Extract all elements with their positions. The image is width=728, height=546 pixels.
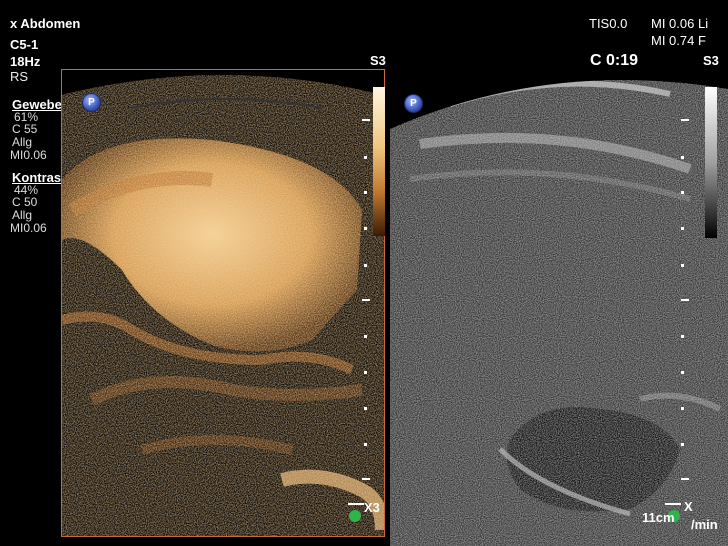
- mi-f-value: MI 0.74 F: [651, 33, 706, 48]
- depth-dot: [364, 156, 367, 159]
- rate-unit-label: /min: [691, 517, 718, 532]
- focus-marker: [665, 503, 681, 505]
- depth-tick: [681, 478, 689, 480]
- depth-dot: [681, 443, 684, 446]
- depth-dot: [681, 227, 684, 230]
- frame-rate: 18Hz: [10, 54, 41, 69]
- depth-dot: [681, 371, 684, 374]
- exam-label: x Abdomen: [10, 16, 81, 31]
- s3-label-left: S3: [370, 53, 386, 68]
- grayscale-bar: [705, 87, 717, 238]
- depth-dot: [364, 407, 367, 410]
- depth-tick: [362, 119, 370, 121]
- depth-tick: [362, 478, 370, 480]
- depth-tick: [362, 299, 370, 301]
- s3-label-right: S3: [703, 53, 719, 68]
- depth-tick: [681, 119, 689, 121]
- depth-dot: [364, 335, 367, 338]
- contrast-color-bar: [373, 87, 385, 236]
- green-indicator-left-icon: [349, 510, 361, 522]
- p-badge-left-icon: P: [82, 93, 101, 112]
- depth-label: 11cm: [642, 510, 675, 525]
- bmode-image-panel[interactable]: [390, 69, 728, 546]
- kontrast-mi: MI0.06: [10, 221, 47, 235]
- depth-dot: [364, 264, 367, 267]
- probe-label: C5-1: [10, 37, 39, 52]
- focus-marker: [348, 503, 364, 505]
- bmode-ultrasound-image: [390, 69, 728, 546]
- x3-label: X3: [364, 500, 380, 515]
- depth-tick: [681, 299, 689, 301]
- depth-dot: [364, 191, 367, 194]
- depth-dot: [681, 335, 684, 338]
- mi-li-value: MI 0.06 Li: [651, 16, 709, 31]
- depth-dot: [681, 407, 684, 410]
- depth-dot: [681, 264, 684, 267]
- depth-dot: [364, 371, 367, 374]
- tis-value: TIS0.0: [589, 16, 628, 31]
- depth-dot: [681, 191, 684, 194]
- contrast-image-panel[interactable]: [61, 69, 385, 537]
- depth-dot: [364, 443, 367, 446]
- contrast-ultrasound-image: [62, 70, 384, 536]
- rs-label: RS: [10, 69, 29, 84]
- x-label: X: [684, 499, 693, 514]
- gewebe-mi: MI0.06: [10, 148, 47, 162]
- depth-dot: [681, 156, 684, 159]
- depth-dot: [364, 227, 367, 230]
- clip-timer: C 0:19: [590, 52, 639, 69]
- p-badge-right-icon: P: [404, 94, 423, 113]
